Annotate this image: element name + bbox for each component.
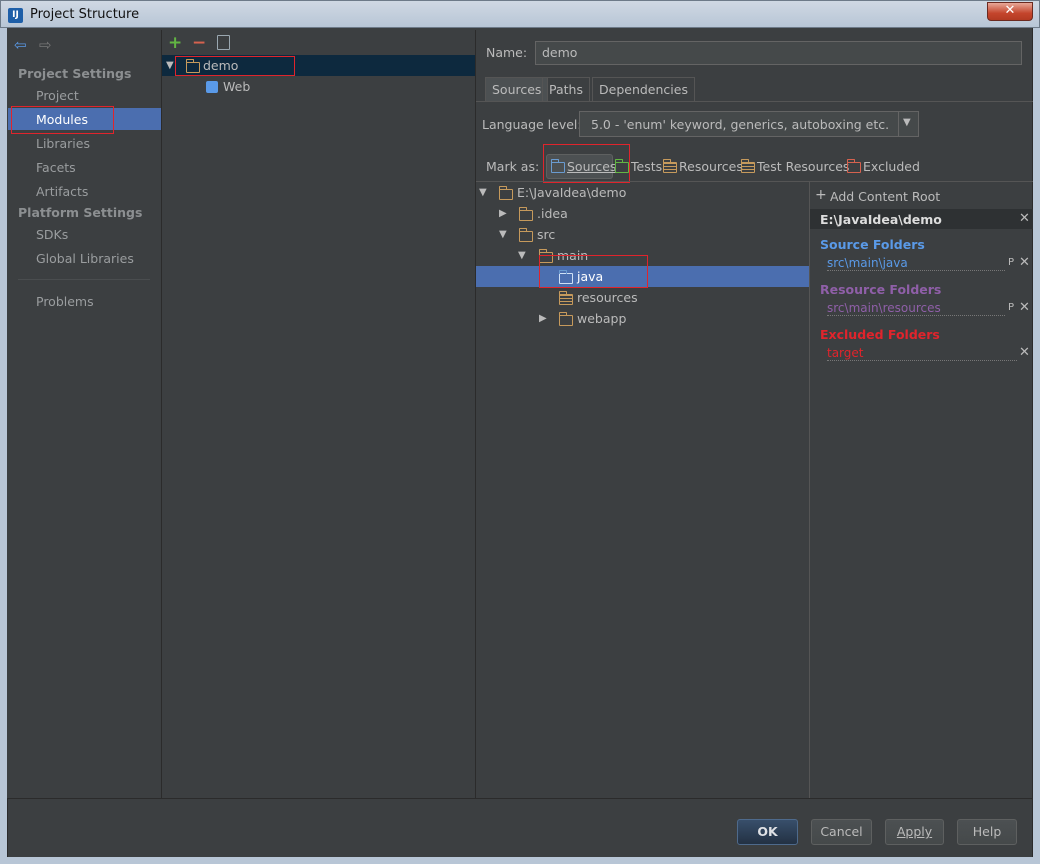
excluded-folder-icon <box>846 159 861 173</box>
test-resources-folder-icon <box>740 159 755 173</box>
sidebar-item-problems[interactable]: Problems <box>36 294 94 309</box>
mark-tests-button[interactable]: Tests <box>631 159 662 174</box>
language-level-label: Language level: <box>482 117 582 132</box>
remove-excluded-icon[interactable]: ✕ <box>1019 345 1030 360</box>
mark-excluded-button[interactable]: Excluded <box>863 159 920 174</box>
select-divider <box>898 111 899 137</box>
remove-source-icon[interactable]: ✕ <box>1019 255 1030 270</box>
help-button[interactable]: Help <box>957 819 1017 845</box>
add-icon[interactable]: + <box>815 187 827 203</box>
tab-dependencies[interactable]: Dependencies <box>592 77 695 102</box>
project-settings-header: Project Settings <box>18 66 132 81</box>
properties-icon[interactable]: P <box>1008 302 1014 313</box>
resources-folder-icon <box>662 159 677 173</box>
folder-icon <box>558 312 573 326</box>
content-root-separator <box>809 182 810 798</box>
source-folders-title: Source Folders <box>820 237 925 252</box>
excluded-folders-title: Excluded Folders <box>820 327 940 342</box>
intellij-icon: IJ <box>8 8 23 23</box>
remove-root-icon[interactable]: ✕ <box>1019 211 1030 226</box>
tree-item-resources[interactable]: resources <box>577 290 638 305</box>
language-level-select[interactable]: 5.0 - 'enum' keyword, generics, autoboxi… <box>579 111 919 137</box>
ok-button[interactable]: OK <box>737 819 798 845</box>
expand-icon[interactable]: ▼ <box>499 229 507 240</box>
close-button[interactable]: ✕ <box>987 2 1033 21</box>
name-input[interactable]: demo <box>535 41 1022 65</box>
expand-icon[interactable]: ▼ <box>479 187 487 198</box>
highlight-box-java <box>539 255 648 288</box>
resource-folder-path: src\main\resources <box>827 301 1005 316</box>
platform-settings-header: Platform Settings <box>18 205 143 220</box>
add-icon[interactable]: + <box>168 33 182 53</box>
highlight-box-modules <box>11 106 114 134</box>
resource-folders-title: Resource Folders <box>820 282 942 297</box>
sidebar-item-libraries[interactable]: Libraries <box>36 136 90 151</box>
back-arrow-icon[interactable]: ⇦ <box>14 36 27 54</box>
cancel-button[interactable]: Cancel <box>811 819 872 845</box>
sidebar-item-global-libraries[interactable]: Global Libraries <box>36 251 134 266</box>
add-content-root-link[interactable]: Add Content Root <box>830 189 940 204</box>
tests-folder-icon <box>614 159 629 173</box>
sidebar-item-sdks[interactable]: SDKs <box>36 227 68 242</box>
mark-test-resources-button[interactable]: Test Resources <box>757 159 849 174</box>
collapse-icon[interactable]: ▶ <box>539 313 547 324</box>
content-root-path: E:\JavaIdea\demo <box>820 212 942 227</box>
sidebar-item-facets[interactable]: Facets <box>36 160 76 175</box>
source-folder-path: src\main\java <box>827 256 1005 271</box>
tab-sources[interactable]: Sources <box>485 77 549 102</box>
window-border-right <box>1033 28 1040 864</box>
tree-separator <box>475 30 476 798</box>
web-facet-icon <box>206 81 218 93</box>
mark-as-label: Mark as: <box>486 159 540 174</box>
resources-folder-icon <box>558 291 573 305</box>
markas-divider <box>476 181 1033 182</box>
tree-item-src[interactable]: src <box>537 227 555 242</box>
expand-icon[interactable]: ▼ <box>166 60 174 71</box>
properties-icon[interactable]: P <box>1008 257 1014 268</box>
module-tree-web[interactable]: Web <box>223 79 250 94</box>
tab-underline <box>476 101 1033 102</box>
mark-resources-button[interactable]: Resources <box>679 159 743 174</box>
footer-divider <box>7 798 1033 799</box>
expand-icon[interactable]: ▼ <box>518 250 526 261</box>
forward-arrow-icon[interactable]: ⇨ <box>39 36 52 54</box>
tab-paths[interactable]: Paths <box>542 77 590 102</box>
collapse-icon[interactable]: ▶ <box>499 208 507 219</box>
sidebar-item-project[interactable]: Project <box>36 88 79 103</box>
window-border-bottom <box>0 857 1040 864</box>
window-border-left <box>0 28 7 864</box>
excluded-folder-path: target <box>827 346 1017 361</box>
name-label: Name: <box>486 45 528 60</box>
chevron-down-icon: ▼ <box>903 117 911 128</box>
window-title: Project Structure <box>30 7 140 22</box>
tree-item-webapp[interactable]: webapp <box>577 311 626 326</box>
remove-resource-icon[interactable]: ✕ <box>1019 300 1030 315</box>
apply-button[interactable]: Apply <box>885 819 944 845</box>
copy-icon[interactable] <box>217 35 230 50</box>
highlight-box-demo <box>175 56 295 76</box>
remove-icon[interactable]: − <box>192 33 206 53</box>
tree-item-idea[interactable]: .idea <box>537 206 568 221</box>
folder-icon <box>518 207 533 221</box>
tree-root[interactable]: E:\JavaIdea\demo <box>517 185 626 200</box>
folder-icon <box>518 228 533 242</box>
sidebar-item-artifacts[interactable]: Artifacts <box>36 184 88 199</box>
sidebar-divider <box>18 279 150 280</box>
title-bar: IJ Project Structure ✕ <box>0 0 1040 28</box>
sidebar-separator <box>161 30 162 798</box>
folder-icon <box>498 186 513 200</box>
language-level-value: 5.0 - 'enum' keyword, generics, autoboxi… <box>591 117 890 132</box>
